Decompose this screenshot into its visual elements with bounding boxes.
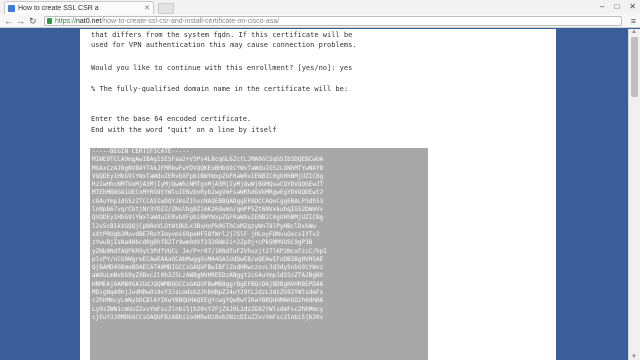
cert-line: VQQDEy1HbG9iYWxTaWduIERvbXFpbiBWYWxpZGF0… [92, 172, 324, 180]
scroll-up-icon[interactable]: ▲ [631, 29, 637, 35]
minimize-icon[interactable]: – [600, 0, 604, 14]
text-line: used for VPN authentication this may cau… [91, 41, 357, 49]
cert-line: yZNb8NdfAQFKR9yt3PdfVUCL Je/P+r07/1RNdfu… [92, 247, 327, 255]
close-window-icon[interactable]: ✕ [629, 0, 636, 14]
end-with-quit-line: End with the word "quit" on a line by it… [91, 126, 277, 134]
enrollment-prompt: Would you like to continue with this enr… [91, 64, 353, 72]
maximize-icon[interactable]: □ [614, 0, 619, 14]
url-scheme: https:// [55, 18, 77, 25]
forward-arrow-icon[interactable]: → [16, 15, 25, 27]
back-arrow-icon[interactable]: ← [4, 15, 13, 27]
cert-line: QjBAMD4GBmeBDAECATA0MDIGCCsGAQUFBwIBFiZo… [92, 264, 324, 272]
cert-line: cG4uYmp1dS5zZTCCASIwDQYJKoZIhvcNAQEBBQAD… [92, 197, 324, 205]
address-toolbar: ← → ↻ https://nat0.net/how-to-create-ssl… [0, 14, 640, 28]
url-host: nat0.net [76, 18, 102, 25]
favicon-icon [8, 5, 15, 12]
new-tab-button[interactable] [158, 3, 174, 14]
cert-line: MGAxCzAJBgNVBAYTAkJFMRkwFwYDVQQKExBHbG9i… [92, 164, 324, 172]
article-content: that differs from the system fqdn. If th… [80, 29, 556, 360]
cert-line: sXtPRUgb2MuvdBE7RxYImyvmi69peHF58fWrlJj7… [92, 230, 320, 238]
menu-icon[interactable]: ≡ [631, 14, 636, 28]
page-viewport: that differs from the system fqdn. If th… [0, 29, 640, 360]
text-line: that differs from the system fqdn. If th… [91, 31, 353, 39]
cert-line: plcPY/nCG0WgreECAwEAAaOCAbMwggGvMA4GA1Ud… [92, 255, 324, 263]
reload-icon[interactable]: ↻ [29, 15, 37, 27]
cert-line: RzIwHhcNMTUxMjA3MjIyMjQwWhcNMTgxMjA3MjIy… [92, 181, 324, 189]
fqdn-note: % The fully-qualified domain name in the… [91, 85, 349, 93]
cert-line: cjEuY3J0MDkGCCsGAQUFBzABhi1odHRwOi8vb2Nz… [92, 313, 324, 321]
cert-line: c2hhMmcyLmNybDCBlAYIKwYBBQUHAQEEgYcwgYQw… [92, 297, 324, 305]
certificate-block[interactable]: -----BEGIN CERTIFICATE----- MIWE9TCCA9mg… [90, 148, 428, 360]
cert-line: Ly9zZWN1cmUuZ2xvYmFsc2lnbi5jb20vY2FjZXJ0… [92, 305, 324, 313]
cert-line: MIWE9TCCA9mgAwIBAgISESFaa2+V3Pv4L8cqGL6Z… [92, 156, 324, 164]
enter-base64-line: Enter the base 64 encoded certificate. [91, 115, 252, 123]
lock-icon [47, 18, 52, 24]
cert-line: MTEhMB8GA1UECxMYRG9tYWluIENvbnRyb2wgVmFs… [92, 189, 324, 197]
cert-line: lnNpb67vqrCbtjNr3YDZZ/ZNslbg8ZimK26dwmn/… [92, 206, 324, 214]
scrollbar-thumb[interactable] [631, 37, 638, 97]
cert-line: aWduLmNvbS9yZXBvc2l0b3J5LzAWBgNVHREEDzAN… [92, 272, 324, 280]
close-tab-icon[interactable]: ✕ [144, 2, 150, 14]
vertical-scrollbar[interactable]: ▲ ▼ [628, 29, 640, 360]
browser-tab[interactable]: How to create SSL CSR a ✕ [4, 1, 154, 14]
scroll-down-icon[interactable]: ▼ [631, 354, 637, 360]
cert-line: l2v5cB1kXGQQjCpN0eVLOtWtBULx3BxHnPk0GThC… [92, 222, 316, 230]
cert-line: HRMEAjAAMB0GA1UdJQQWMBQGCCsGAQUFBwMBBggr… [92, 280, 324, 288]
cert-line: zYwuBjIsNa4Hbcd0g8hfB2Tr9wm0dVf3326Nm1i+… [92, 239, 313, 247]
url-path: /how-to-create-ssl-csr-and-install-certi… [101, 18, 280, 25]
cert-begin-line: -----BEGIN CERTIFICATE----- [92, 148, 190, 155]
url-bar[interactable]: https://nat0.net/how-to-create-ssl-csr-a… [44, 16, 622, 26]
window-controls: – □ ✕ [600, 0, 636, 14]
cert-line: MDigNqA0hjJodHRwOi8vY3JsLmdsb2JhbHNpZ24u… [92, 289, 324, 297]
tab-title: How to create SSL CSR a [18, 5, 99, 12]
browser-titlebar: How to create SSL CSR a ✕ – □ ✕ [0, 0, 640, 14]
cert-line: QVQDEy1HbG9iYWxTaWduIERvbXFpbiBWYWxpZGF0… [92, 214, 324, 222]
